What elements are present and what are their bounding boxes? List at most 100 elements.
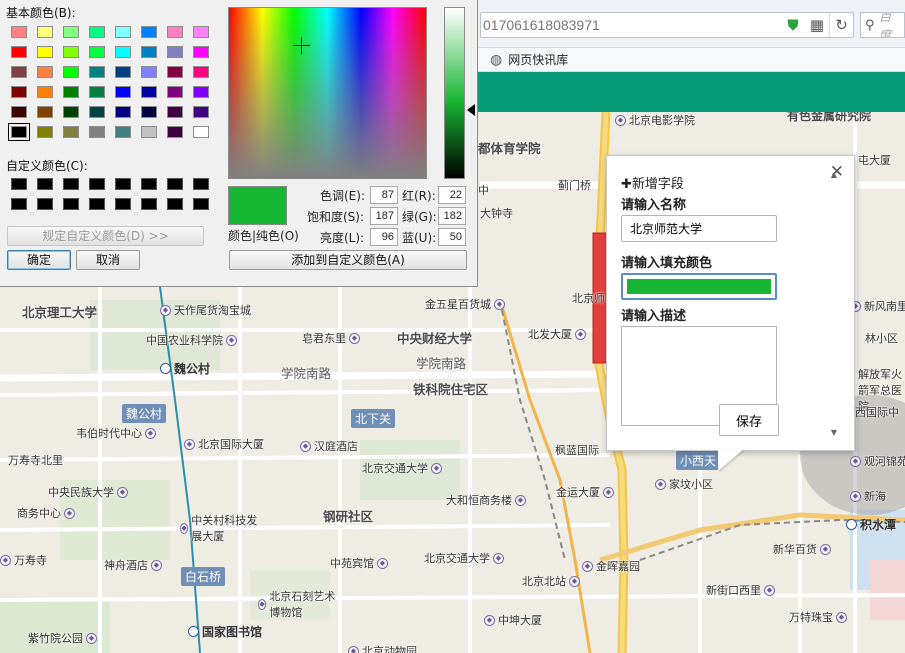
basic-color-swatch[interactable]	[167, 26, 183, 38]
custom-color-swatch[interactable]	[115, 178, 131, 190]
basic-color-swatch[interactable]	[89, 46, 105, 58]
basic-color-swatch[interactable]	[115, 106, 131, 118]
basic-color-swatch[interactable]	[141, 86, 157, 98]
basic-color-swatch[interactable]	[167, 86, 183, 98]
basic-color-swatch[interactable]	[167, 66, 183, 78]
basic-color-swatch[interactable]	[115, 26, 131, 38]
poi[interactable]: 中苑宾馆 ◆	[330, 555, 388, 571]
basic-color-swatch[interactable]	[63, 26, 79, 38]
poi[interactable]: 大钟寺	[480, 205, 513, 221]
poi[interactable]: 林小区	[865, 330, 898, 346]
basic-color-swatch[interactable]	[89, 66, 105, 78]
poi[interactable]: ◆ 北京石刻艺术博物馆	[258, 588, 338, 620]
qr-code-icon[interactable]: ▦	[805, 13, 829, 37]
define-custom-colors-button[interactable]: 规定自定义颜色(D) >>	[7, 226, 204, 246]
basic-color-swatch[interactable]	[11, 26, 27, 38]
custom-color-swatch[interactable]	[63, 198, 79, 210]
custom-color-swatch[interactable]	[89, 198, 105, 210]
red-field[interactable]: 22	[438, 186, 466, 204]
basic-color-swatch[interactable]	[63, 66, 79, 78]
poi[interactable]: ◆ 北京动物园	[348, 643, 417, 653]
basic-color-swatch[interactable]	[115, 86, 131, 98]
basic-color-swatch[interactable]	[115, 46, 131, 58]
poi[interactable]: ◆ 万寿寺	[0, 552, 47, 568]
custom-color-swatch[interactable]	[37, 198, 53, 210]
basic-color-swatch[interactable]	[37, 66, 53, 78]
poi[interactable]: ◆ 中坤大厦	[484, 612, 542, 628]
poi[interactable]: 北京师	[572, 290, 605, 306]
poi[interactable]: ◆ 中关村科技发展大厦	[180, 512, 260, 544]
poi[interactable]: 商务中心 ◆	[17, 505, 75, 521]
poi[interactable]: 北发大厦 ◆	[528, 326, 586, 342]
fill-color-input[interactable]	[621, 273, 777, 300]
custom-color-swatch[interactable]	[141, 178, 157, 190]
ok-button[interactable]: 确定	[7, 250, 71, 270]
custom-color-swatch[interactable]	[141, 198, 157, 210]
basic-color-swatch[interactable]	[167, 46, 183, 58]
poi[interactable]: 枫蓝国际	[555, 442, 599, 458]
custom-color-swatch[interactable]	[115, 198, 131, 210]
save-button[interactable]: 保存	[719, 404, 779, 436]
basic-color-swatch[interactable]	[193, 46, 209, 58]
basic-color-swatch[interactable]	[11, 66, 27, 78]
poi[interactable]: 神舟酒店 ◆	[104, 557, 162, 573]
poi[interactable]: 中	[478, 182, 489, 198]
url-text[interactable]: 017061618083971	[481, 17, 781, 33]
basic-color-swatch[interactable]	[115, 126, 131, 138]
basic-color-swatch[interactable]	[141, 46, 157, 58]
cancel-button[interactable]: 取消	[76, 250, 140, 270]
basic-color-swatch[interactable]	[193, 26, 209, 38]
basic-color-swatch[interactable]	[89, 106, 105, 118]
poi[interactable]: 北京交通大学 ◆	[362, 460, 442, 476]
poi[interactable]: 西国际中	[855, 404, 899, 420]
basic-color-swatch[interactable]	[37, 106, 53, 118]
sat-field[interactable]: 187	[370, 207, 398, 225]
color-spectrum[interactable]	[228, 7, 427, 179]
basic-color-swatch[interactable]	[63, 46, 79, 58]
basic-color-swatch[interactable]	[11, 86, 27, 98]
custom-color-swatch[interactable]	[89, 178, 105, 190]
custom-color-swatch[interactable]	[11, 178, 27, 190]
poi[interactable]: ◆ 观河锦苑	[850, 453, 905, 469]
hue-field[interactable]: 87	[370, 186, 398, 204]
poi[interactable]: 金运大厦 ◆	[556, 484, 614, 500]
custom-color-swatch[interactable]	[63, 178, 79, 190]
basic-color-swatch[interactable]	[89, 86, 105, 98]
basic-color-swatch[interactable]	[115, 66, 131, 78]
basic-color-swatch[interactable]	[89, 26, 105, 38]
metro-station[interactable]: 积水潭	[846, 516, 896, 533]
blue-field[interactable]: 50	[438, 228, 466, 246]
slider-arrow-icon[interactable]	[467, 104, 475, 116]
lum-field[interactable]: 96	[370, 228, 398, 246]
basic-color-swatch[interactable]	[193, 126, 209, 138]
basic-color-swatch[interactable]	[167, 126, 183, 138]
poi[interactable]: 新华百货 ◆	[773, 541, 831, 557]
poi[interactable]: 屯大厦	[858, 152, 891, 168]
basic-color-swatch[interactable]	[11, 106, 27, 118]
metro-station[interactable]: 魏公村	[160, 360, 210, 377]
poi[interactable]: 韦伯时代中心 ◆	[76, 425, 156, 441]
poi[interactable]: ◆ 家坟小区	[655, 476, 713, 492]
basic-color-swatch[interactable]	[89, 126, 105, 138]
poi[interactable]: ◆ 新风南里	[850, 298, 905, 314]
poi[interactable]: 皂君东里 ◆	[302, 330, 360, 346]
green-field[interactable]: 182	[438, 207, 466, 225]
basic-color-swatch[interactable]	[141, 106, 157, 118]
poi[interactable]: 金五星百货城 ◆	[425, 296, 505, 312]
basic-color-swatch[interactable]	[37, 46, 53, 58]
poi[interactable]: ◆ 北京电影学院	[615, 112, 695, 128]
add-to-custom-button[interactable]: 添加到自定义颜色(A)	[229, 250, 467, 270]
metro-station[interactable]: 国家图书馆	[188, 623, 262, 640]
custom-color-swatch[interactable]	[11, 198, 27, 210]
basic-color-swatch[interactable]	[37, 86, 53, 98]
poi[interactable]: 中央民族大学 ◆	[48, 484, 128, 500]
crosshair-icon[interactable]	[293, 37, 310, 54]
basic-color-swatch[interactable]	[167, 106, 183, 118]
basic-color-swatch[interactable]	[141, 126, 157, 138]
basic-color-swatch[interactable]	[63, 106, 79, 118]
poi[interactable]: 北京北站 ◆	[522, 573, 580, 589]
poi[interactable]: ◆ 新海	[850, 488, 886, 504]
poi[interactable]: 万特珠宝 ◆	[789, 609, 847, 625]
address-bar[interactable]: 017061618083971 ⛊ ▦ ↻	[480, 12, 854, 38]
poi[interactable]: 紫竹院公园 ◆	[28, 630, 97, 646]
